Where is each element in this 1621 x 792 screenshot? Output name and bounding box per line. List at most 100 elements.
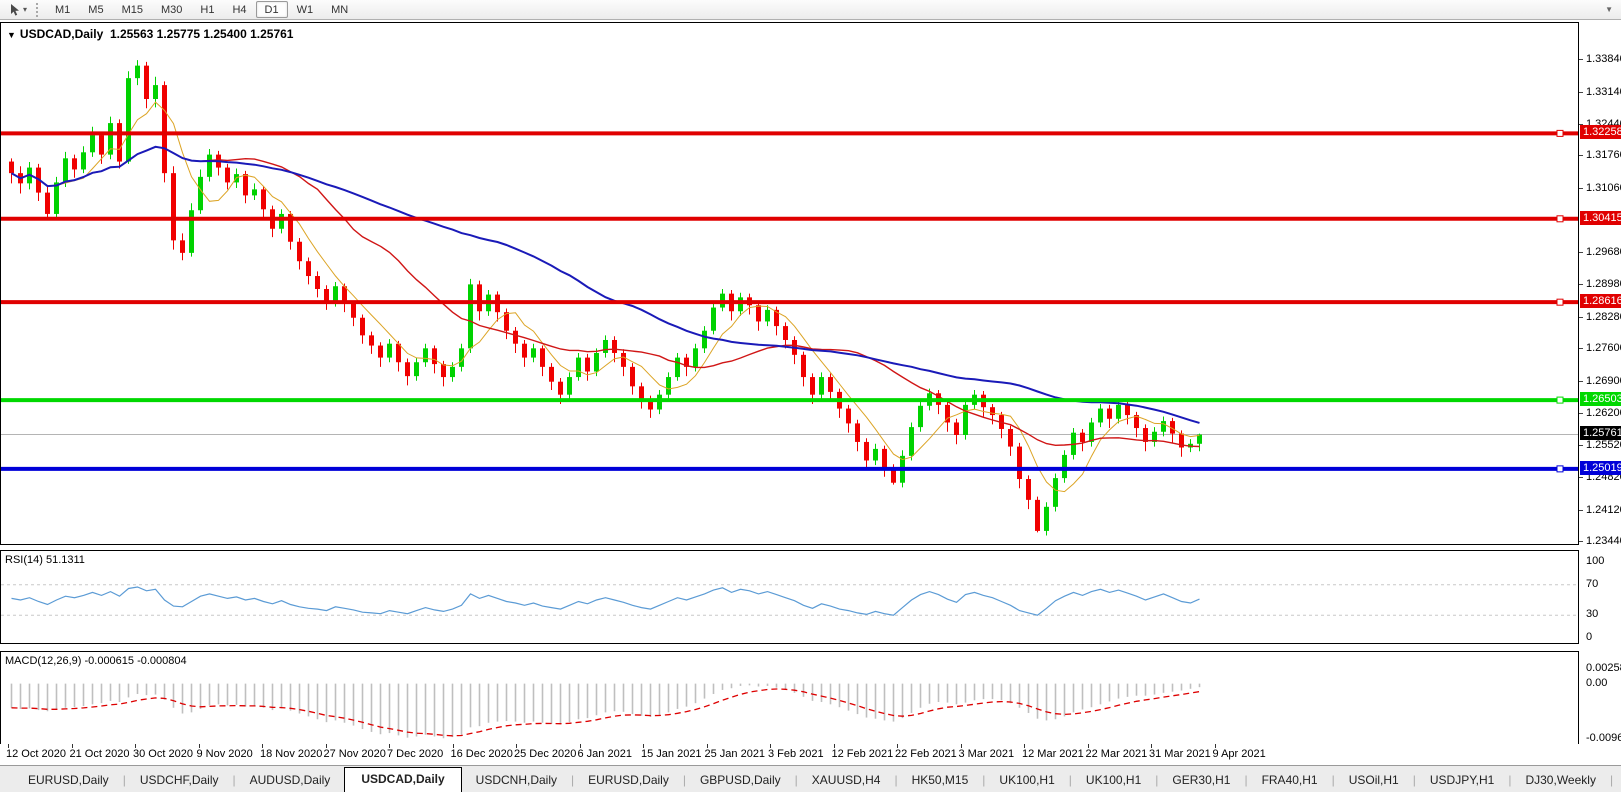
cursor-tool-caret-icon: ▾ — [23, 5, 27, 14]
chart-tab-usdjpy-h1[interactable]: USDJPY,H1 — [1416, 769, 1508, 792]
current-price-badge: 1.25761 — [1580, 426, 1621, 440]
main-toolbar: ▾ M1M5M15M30H1H4D1W1MN ▼ — [0, 0, 1621, 20]
date-axis-label: 3 Feb 2021 — [768, 748, 824, 760]
price-axis-tick — [1579, 381, 1583, 382]
timeframe-button-d1[interactable]: D1 — [256, 1, 288, 18]
date-axis-label: 12 Mar 2021 — [1022, 748, 1084, 760]
timeframe-button-m1[interactable]: M1 — [46, 1, 79, 18]
timeframe-button-mn[interactable]: MN — [322, 1, 357, 18]
price-axis-tick — [1579, 477, 1583, 478]
level-price-badge-2: 1.28616 — [1580, 294, 1621, 308]
rsi-indicator-panel[interactable]: RSI(14) 51.1311 — [0, 550, 1579, 644]
candlestick-canvas[interactable] — [1, 23, 1578, 544]
date-axis-label: 21 Oct 2020 — [70, 748, 130, 760]
chart-tab-gbpusd-daily[interactable]: GBPUSD,Daily — [686, 769, 795, 792]
cursor-pointer-icon — [8, 3, 21, 17]
price-axis-tick — [1579, 445, 1583, 446]
date-axis-label: 6 Jan 2021 — [578, 748, 632, 760]
date-axis-label: 3 Mar 2021 — [959, 748, 1015, 760]
cursor-tool-button[interactable]: ▾ — [4, 3, 31, 17]
price-axis-tick — [1579, 348, 1583, 349]
chart-tab-usdcnh-daily[interactable]: USDCNH,Daily — [462, 769, 571, 792]
macd-indicator-panel[interactable]: MACD(12,26,9) -0.000615 -0.000804 — [0, 651, 1579, 745]
macd-canvas[interactable] — [1, 652, 1578, 744]
price-axis[interactable]: 1.338401.331401.324401.317601.310601.296… — [1579, 22, 1621, 745]
level-handle-1 — [1557, 216, 1563, 222]
timeframe-button-h4[interactable]: H4 — [223, 1, 255, 18]
chart-ohlc-values: 1.25563 1.25775 1.25400 1.25761 — [110, 27, 294, 41]
price-axis-label: 1.24120 — [1586, 504, 1621, 516]
price-axis-tick — [1579, 541, 1583, 542]
chart-tab-eurusd-daily[interactable]: EURUSD,Daily — [14, 769, 123, 792]
date-axis-label: 9 Apr 2021 — [1213, 748, 1266, 760]
chart-tab-audusd-daily[interactable]: AUDUSD,Daily — [236, 769, 345, 792]
chart-tab-xauusd-h4[interactable]: XAUUSD,H4 — [798, 769, 895, 792]
timeframe-button-h1[interactable]: H1 — [191, 1, 223, 18]
toolbar-grip[interactable] — [36, 3, 41, 17]
date-axis-label: 15 Jan 2021 — [641, 748, 702, 760]
chart-tab-hk50-m15[interactable]: HK50,M15 — [898, 769, 983, 792]
price-axis-tick — [1579, 188, 1583, 189]
level-handle-2 — [1557, 299, 1563, 305]
date-axis-label: 12 Feb 2021 — [832, 748, 894, 760]
macd-histogram — [12, 684, 1200, 739]
rsi-axis-label: 70 — [1586, 578, 1598, 590]
level-handle-3 — [1557, 397, 1563, 403]
chart-title: ▼USDCAD,Daily 1.25563 1.25775 1.25400 1.… — [7, 27, 293, 41]
price-axis-label: 1.27600 — [1586, 342, 1621, 354]
date-axis-label: 22 Mar 2021 — [1086, 748, 1148, 760]
chart-tab-uk100-h1[interactable]: UK100,H1 — [1072, 769, 1155, 792]
rsi-axis-label: 0 — [1586, 631, 1592, 643]
rsi-axis-label: 100 — [1586, 555, 1604, 567]
price-axis-tick — [1579, 317, 1583, 318]
price-axis-label: 1.28980 — [1586, 278, 1621, 290]
date-axis-label: 25 Dec 2020 — [514, 748, 576, 760]
date-axis-label: 30 Oct 2020 — [133, 748, 193, 760]
timeframe-button-w1[interactable]: W1 — [288, 1, 323, 18]
rsi-axis-label: 30 — [1586, 608, 1598, 620]
chart-tab-fra40-h1[interactable]: FRA40,H1 — [1248, 769, 1332, 792]
chart-tab-usdchf-daily[interactable]: USDCHF,Daily — [126, 769, 233, 792]
level-price-badge-1: 1.30415 — [1580, 211, 1621, 225]
price-axis-tick — [1579, 92, 1583, 93]
chart-tab-usoil-h1[interactable]: USOil,H1 — [1335, 769, 1413, 792]
price-axis-label: 1.31060 — [1586, 182, 1621, 194]
timeframe-button-m30[interactable]: M30 — [152, 1, 191, 18]
date-axis[interactable]: 12 Oct 202021 Oct 202030 Oct 20209 Nov 2… — [0, 744, 1579, 764]
chart-title-caret-icon: ▼ — [7, 30, 16, 40]
price-axis-label: 1.26200 — [1586, 407, 1621, 419]
date-axis-label: 22 Feb 2021 — [895, 748, 957, 760]
chart-tab-uk100-h1[interactable]: UK100,H1 — [985, 769, 1068, 792]
price-axis-label: 1.28280 — [1586, 311, 1621, 323]
date-axis-label: 7 Dec 2020 — [387, 748, 443, 760]
level-price-badge-0: 1.32258 — [1580, 125, 1621, 139]
timeframe-button-m5[interactable]: M5 — [79, 1, 112, 18]
timeframe-button-m15[interactable]: M15 — [113, 1, 152, 18]
date-axis-label: 25 Jan 2021 — [705, 748, 766, 760]
date-axis-label: 16 Dec 2020 — [451, 748, 513, 760]
level-price-badge-3: 1.26503 — [1580, 392, 1621, 406]
level-handle-0 — [1557, 130, 1563, 136]
date-axis-label: 18 Nov 2020 — [260, 748, 322, 760]
ma-slow-line — [12, 147, 1200, 423]
price-axis-tick — [1579, 155, 1583, 156]
price-axis-label: 1.33140 — [1586, 86, 1621, 98]
price-axis-tick — [1579, 252, 1583, 253]
rsi-label: RSI(14) 51.1311 — [5, 554, 85, 566]
price-axis-tick — [1579, 59, 1583, 60]
chart-tab-dj30-weekly[interactable]: DJ30,Weekly — [1511, 769, 1609, 792]
date-axis-label: 27 Nov 2020 — [324, 748, 386, 760]
date-axis-label: 31 Mar 2021 — [1149, 748, 1211, 760]
level-handle-4 — [1557, 466, 1563, 472]
price-chart-panel[interactable]: ▼USDCAD,Daily 1.25563 1.25775 1.25400 1.… — [0, 22, 1579, 545]
toolbar-overflow-icon[interactable]: ▼ — [1605, 5, 1613, 14]
rsi-line — [12, 587, 1200, 615]
chart-tab-china300-h1[interactable]: CHINA300,H1 — [1613, 769, 1621, 792]
rsi-canvas[interactable] — [1, 551, 1578, 643]
chart-tab-usdcad-daily[interactable]: USDCAD,Daily — [344, 767, 461, 792]
chart-tab-ger30-h1[interactable]: GER30,H1 — [1158, 769, 1244, 792]
price-axis-label: 1.23440 — [1586, 535, 1621, 547]
price-axis-label: 1.26900 — [1586, 375, 1621, 387]
chart-tab-eurusd-daily[interactable]: EURUSD,Daily — [574, 769, 683, 792]
price-axis-tick — [1579, 413, 1583, 414]
